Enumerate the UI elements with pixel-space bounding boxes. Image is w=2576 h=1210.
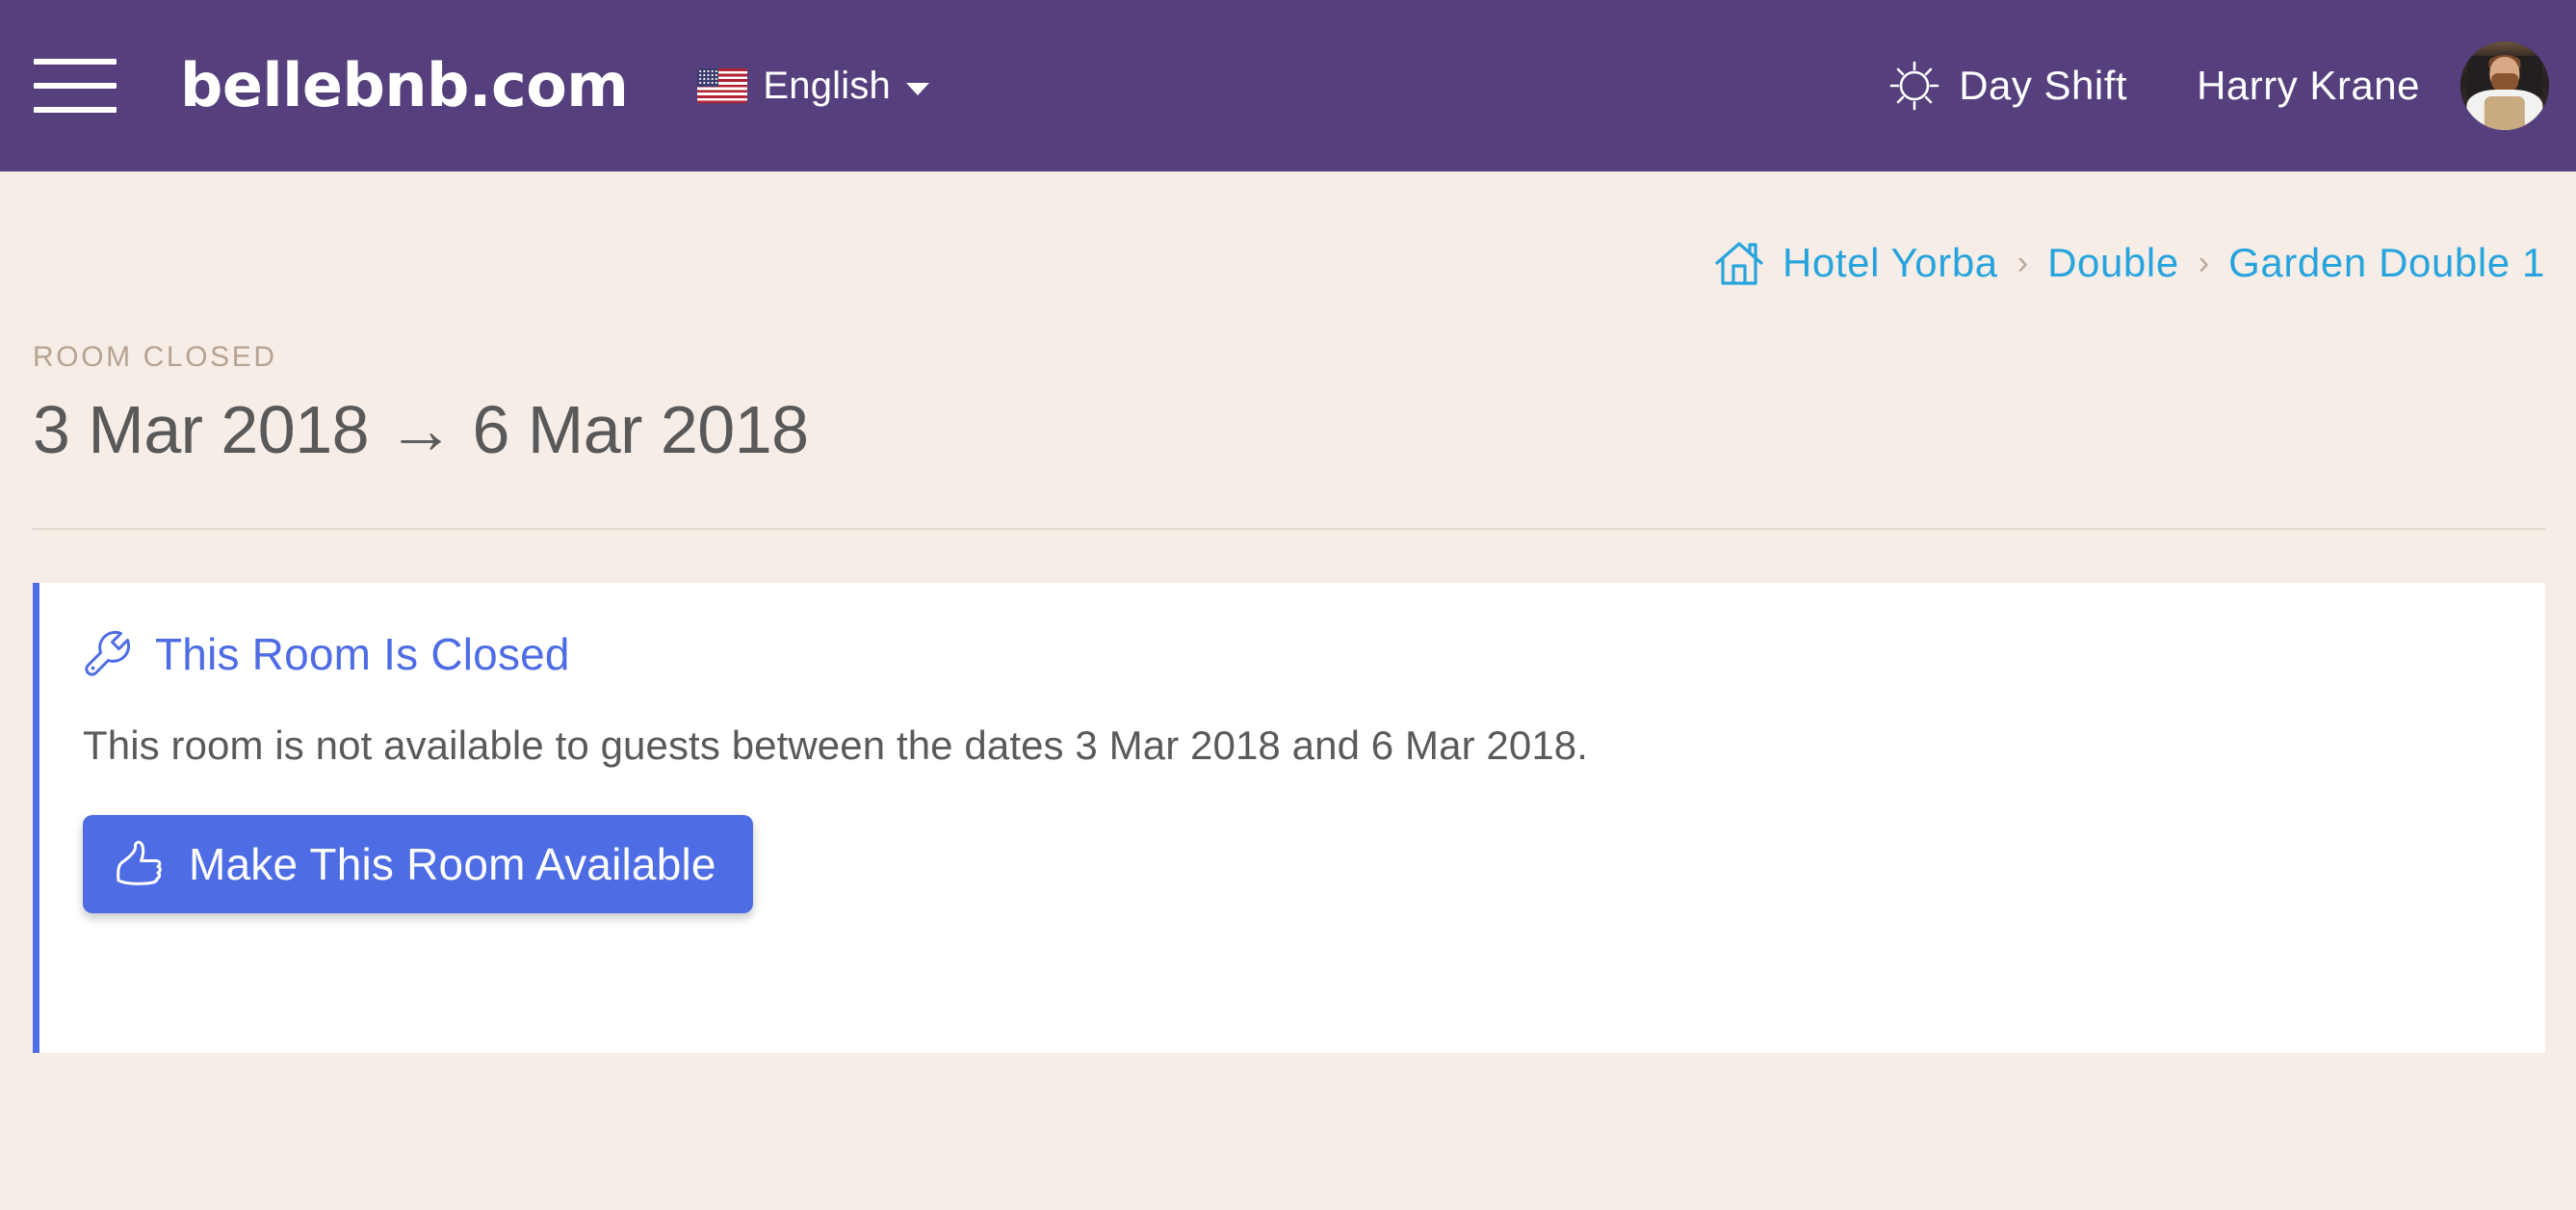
page-title: 3 Mar 2018 → 6 Mar 2018 <box>33 392 809 467</box>
language-selector[interactable]: English <box>697 65 929 108</box>
brand-logo[interactable]: bellebnb.com <box>180 56 629 116</box>
breadcrumb-item-room[interactable]: Garden Double 1 <box>2228 240 2545 286</box>
chevron-down-icon <box>905 82 929 95</box>
day-shift-button[interactable]: Day Shift <box>1889 61 2127 111</box>
us-flag-icon <box>697 68 748 103</box>
hamburger-bar <box>34 107 117 113</box>
breadcrumb-row: Hotel Yorba › Double › Garden Double 1 <box>0 171 2576 289</box>
breadcrumb-item-room-type[interactable]: Double <box>2047 240 2179 286</box>
make-room-available-button[interactable]: Make This Room Available <box>83 815 753 913</box>
thumbs-up-icon <box>117 840 162 885</box>
avatar[interactable] <box>2460 41 2549 130</box>
header-right-group: Day Shift Harry Krane <box>1889 41 2576 130</box>
page-content: Hotel Yorba › Double › Garden Double 1 R… <box>0 171 2576 1053</box>
status-badge: ROOM CLOSED <box>33 341 277 373</box>
hamburger-bar <box>34 83 117 89</box>
alert-header: This Room Is Closed <box>80 627 2545 681</box>
alert-title: This Room Is Closed <box>155 629 570 679</box>
home-icon[interactable] <box>1713 237 1765 289</box>
make-room-available-label: Make This Room Available <box>189 839 716 889</box>
hamburger-bar <box>34 59 117 65</box>
wrench-icon <box>85 630 131 676</box>
day-shift-label: Day Shift <box>1959 63 2128 108</box>
room-closed-alert-card: This Room Is Closed This room is not ava… <box>33 583 2545 1053</box>
top-navigation-bar: bellebnb.com English Day Shift Harry Kra… <box>0 0 2576 171</box>
language-label: English <box>763 64 891 107</box>
sun-icon <box>1889 61 1939 111</box>
breadcrumb-item-hotel[interactable]: Hotel Yorba <box>1782 240 1998 286</box>
hamburger-menu-icon[interactable] <box>34 59 117 113</box>
breadcrumb-separator: › <box>2198 244 2210 281</box>
section-divider <box>33 528 2545 530</box>
user-name-label[interactable]: Harry Krane <box>2197 63 2420 109</box>
alert-body-text: This room is not available to guests bet… <box>83 723 1589 768</box>
page-heading-block: ROOM CLOSED 3 Mar 2018 → 6 Mar 2018 <box>0 289 2576 468</box>
breadcrumb-separator: › <box>2017 244 2029 281</box>
breadcrumb: Hotel Yorba › Double › Garden Double 1 <box>1713 237 2545 289</box>
